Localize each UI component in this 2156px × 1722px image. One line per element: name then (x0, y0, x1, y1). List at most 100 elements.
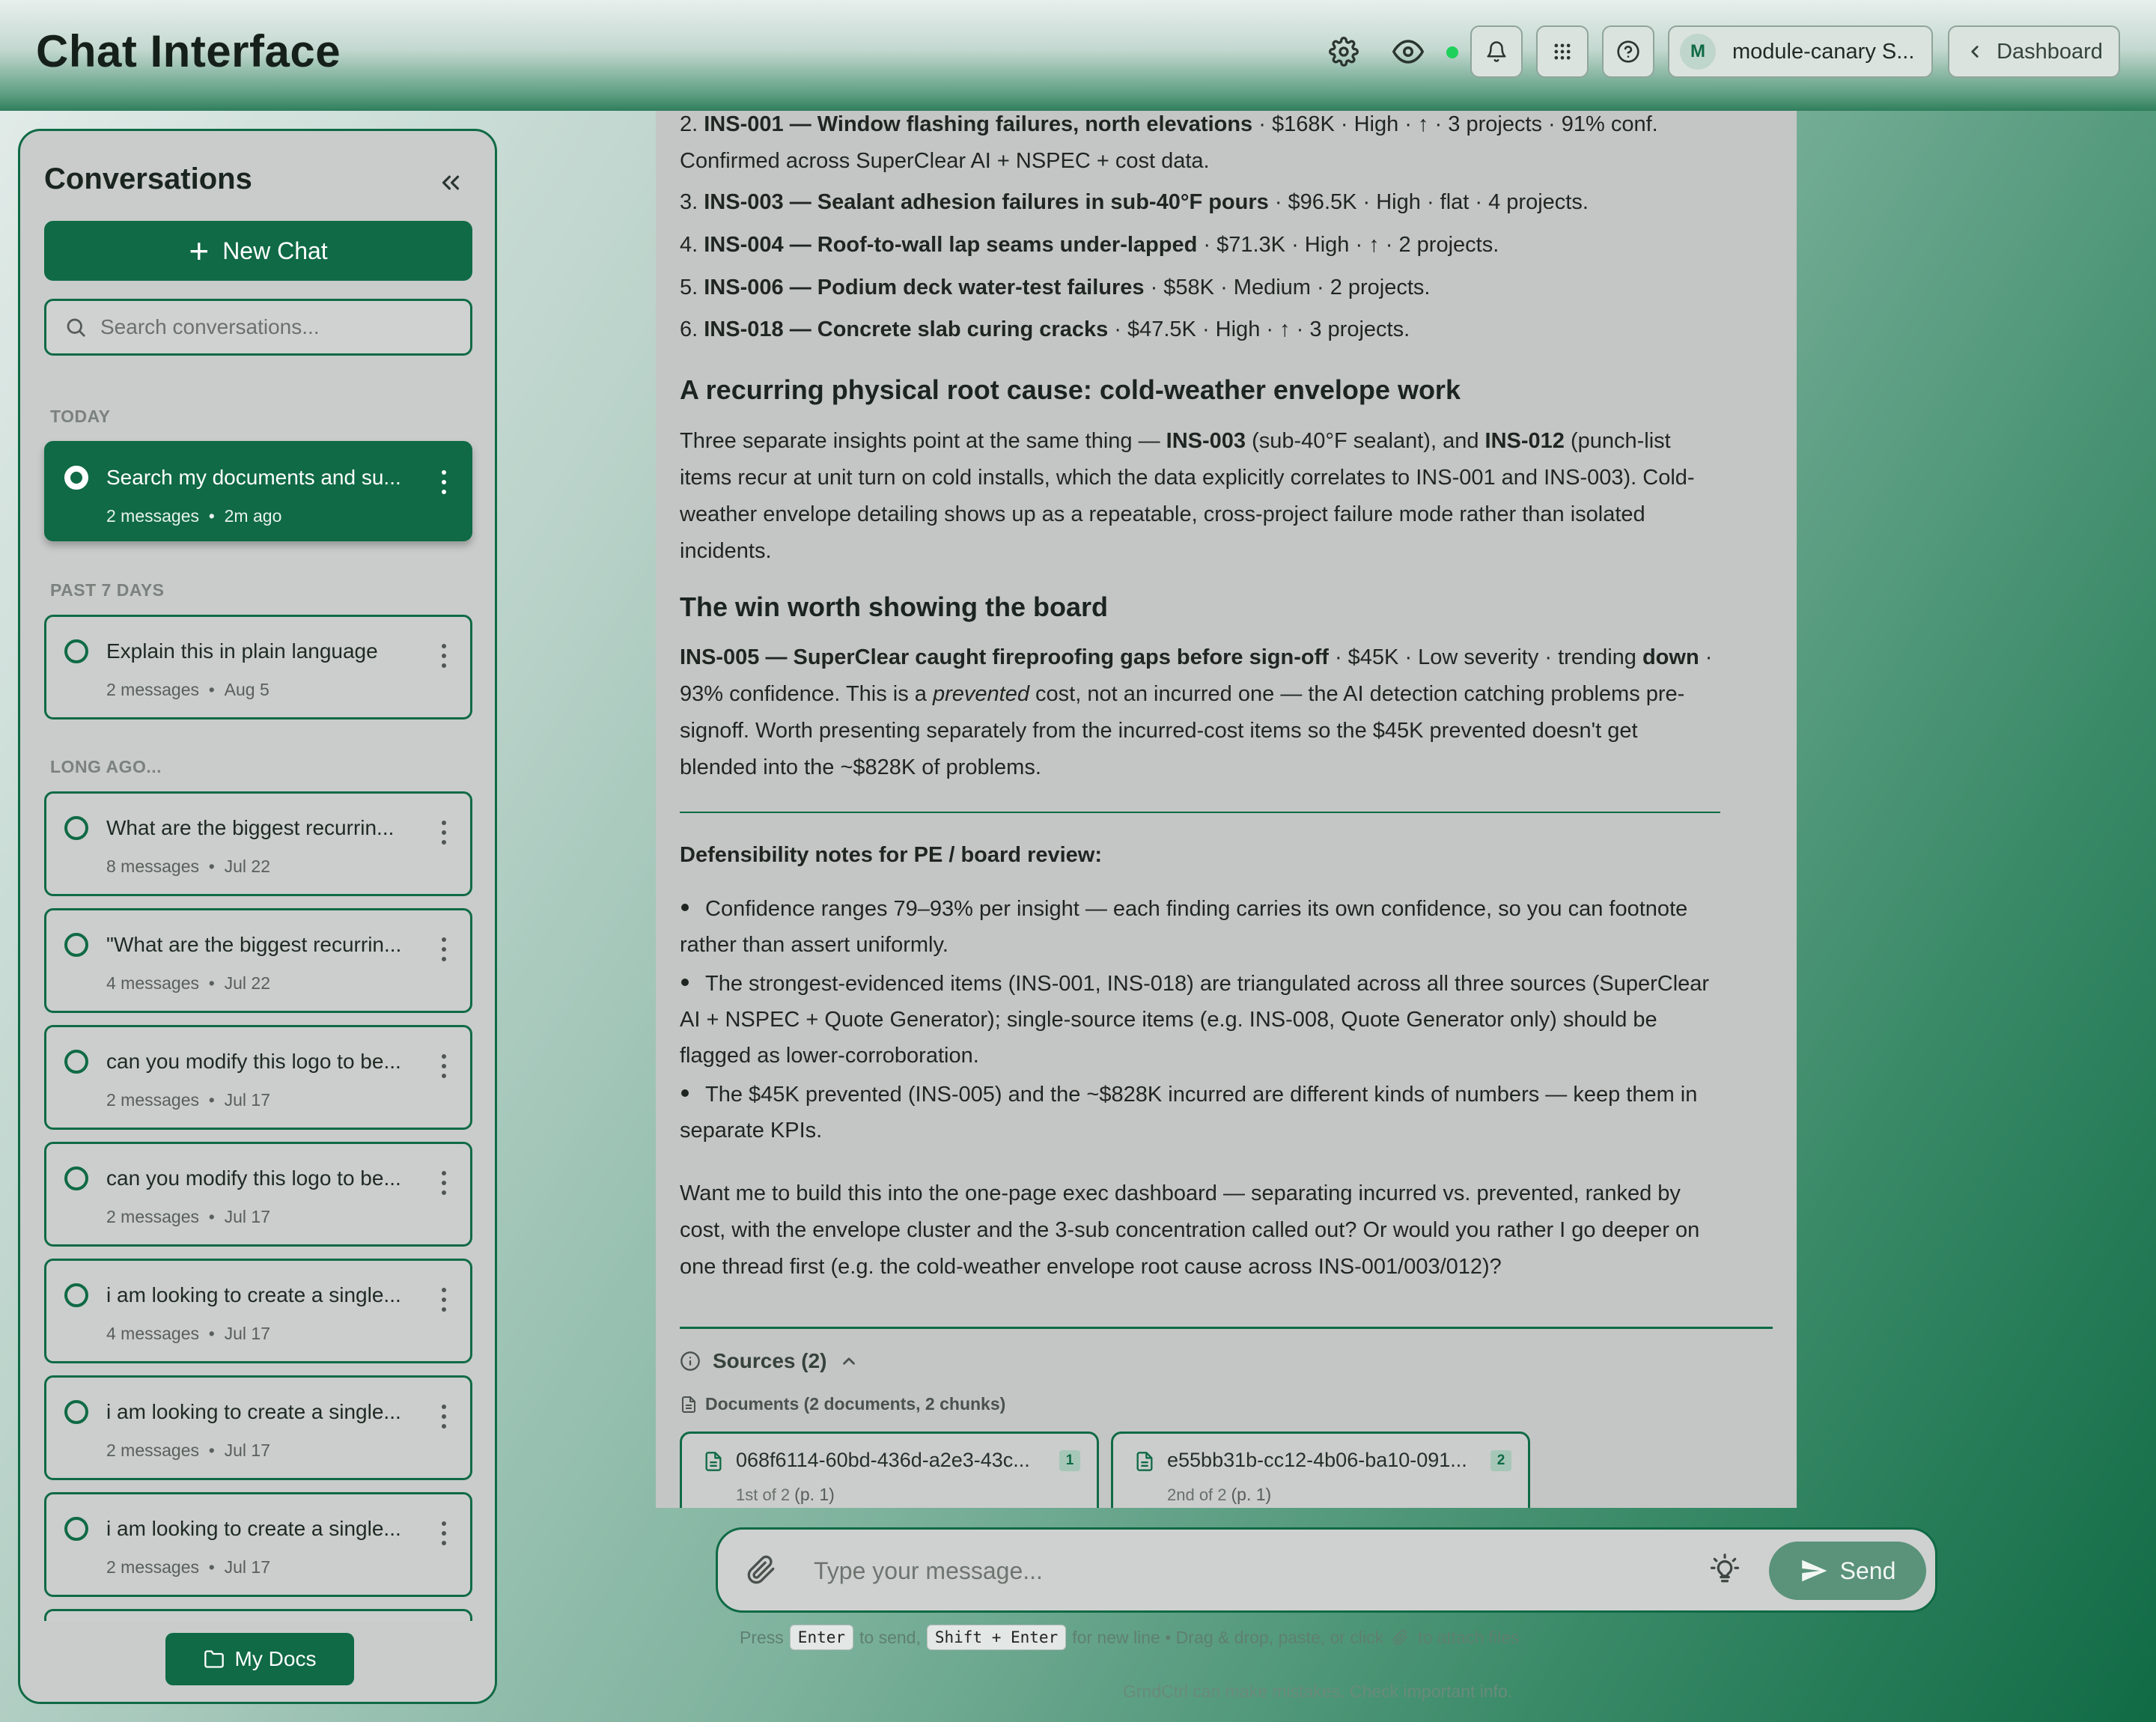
message-input[interactable] (814, 1552, 1637, 1589)
document-name: e55bb31b-cc12-4b06-ba10-091... (1167, 1449, 1467, 1471)
conversation-item[interactable]: i am looking to create a single... 2 mes… (44, 1492, 472, 1597)
dashboard-button[interactable]: Dashboard (1948, 25, 2120, 78)
grid-icon[interactable] (1536, 25, 1589, 78)
list-item: 6. INS-018 — Concrete slab curing cracks… (680, 317, 1410, 341)
citation-badge: 1 (1059, 1450, 1080, 1471)
conversation-item[interactable]: What are the biggest recurrin... 8 messa… (44, 791, 472, 896)
more-options-icon[interactable] (433, 641, 455, 671)
radio-indicator (64, 466, 88, 490)
radio-indicator (64, 1517, 88, 1541)
conversation-title: can you modify this logo to be... (106, 1050, 401, 1073)
conversation-item[interactable]: i am looking to create a single... 2 mes… (44, 1375, 472, 1480)
paperclip-icon (1393, 1629, 1408, 1646)
section-today: TODAY (50, 407, 111, 426)
conversation-item[interactable]: can you modify this logo to be... 2 mess… (44, 1025, 472, 1130)
source-document-card[interactable]: e55bb31b-cc12-4b06-ba10-091... 2 2nd of … (1111, 1432, 1530, 1508)
status-indicator (1446, 46, 1458, 58)
list-item: 3. INS-003 — Sealant adhesion failures i… (680, 190, 1589, 214)
send-label: Send (1839, 1557, 1896, 1584)
conversation-item[interactable]: "What are the biggest recurrin... 4 mess… (44, 908, 472, 1013)
my-docs-button[interactable]: My Docs (165, 1633, 354, 1685)
search-input[interactable] (100, 315, 460, 339)
document-name: 068f6114-60bd-436d-a2e3-43c... (736, 1449, 1030, 1471)
disclaimer: GrndCtrl can make mistakes. Check import… (1123, 1682, 1513, 1701)
conversation-item[interactable]: Explain this in plain language 2 message… (44, 615, 472, 719)
list-item: 2. INS-001 — Window flashing failures, n… (680, 112, 1658, 173)
radio-indicator (64, 1166, 88, 1190)
conversation-title: i am looking to create a single... (106, 1400, 401, 1423)
plus-icon: + (189, 231, 210, 270)
citation-badge: 2 (1490, 1450, 1511, 1471)
gear-icon[interactable] (1318, 25, 1370, 78)
conversation-meta: 2 messages • 2m ago (106, 506, 282, 526)
more-options-icon[interactable] (433, 1051, 455, 1081)
conversation-meta: 2 messages • Aug 5 (106, 680, 270, 699)
lightbulb-icon[interactable] (1709, 1554, 1741, 1589)
document-meta: 2nd of 2 (p. 1) (1167, 1485, 1272, 1504)
list-item: 4. INS-004 — Roof-to-wall lap seams unde… (680, 233, 1499, 257)
more-options-icon[interactable] (433, 1285, 455, 1315)
document-icon (682, 1396, 695, 1413)
radio-indicator (64, 639, 88, 663)
documents-label: Documents (2 documents, 2 chunks) (680, 1394, 1005, 1414)
new-chat-label: New Chat (222, 237, 328, 264)
closing-paragraph: Want me to build this into the one-page … (680, 1181, 1700, 1279)
more-options-icon[interactable] (433, 467, 455, 497)
document-icon (1136, 1452, 1153, 1471)
more-options-icon[interactable] (433, 934, 455, 964)
conversation-meta: 8 messages • Jul 22 (106, 857, 271, 876)
document-icon (705, 1452, 722, 1471)
more-options-icon[interactable] (433, 1168, 455, 1198)
conversation-meta: 2 messages • Jul 17 (106, 1207, 271, 1226)
dashboard-label: Dashboard (1997, 39, 2103, 64)
chat-message-panel: 2. INS-001 — Window flashing failures, n… (656, 111, 1797, 1508)
user-name: module-canary S... (1732, 39, 1915, 64)
help-icon[interactable] (1602, 25, 1654, 78)
more-options-icon[interactable] (433, 1518, 455, 1548)
message-paragraph: Three separate insights point at the sam… (680, 429, 1695, 563)
user-menu-button[interactable]: M module-canary S... (1668, 25, 1933, 78)
eye-icon[interactable] (1382, 25, 1434, 78)
conversation-title: can you modify this logo to be... (106, 1166, 401, 1190)
info-icon (680, 1351, 700, 1371)
more-options-icon[interactable] (433, 1402, 455, 1432)
enter-key: Enter (789, 1625, 854, 1650)
send-icon (1801, 1560, 1827, 1582)
conversation-meta: 2 messages • Jul 17 (106, 1440, 271, 1460)
bullet-item: Confidence ranges 79–93% per insight — e… (680, 897, 1688, 957)
section-heading: A recurring physical root cause: cold-we… (680, 374, 1461, 405)
avatar: M (1680, 34, 1716, 70)
section-long-ago: LONG AGO... (50, 757, 162, 776)
conversation-title: What are the biggest recurrin... (106, 816, 395, 839)
send-button[interactable]: Send (1769, 1542, 1926, 1600)
radio-indicator (64, 1283, 88, 1307)
new-chat-button[interactable]: + New Chat (44, 221, 472, 281)
bell-icon[interactable] (1470, 25, 1523, 78)
sidebar-title: Conversations (44, 162, 252, 195)
paperclip-icon[interactable] (746, 1555, 776, 1589)
conversations-sidebar: Conversations + New Chat TODAY Search my… (18, 129, 497, 1704)
more-options-icon[interactable] (433, 818, 455, 848)
radio-indicator (64, 933, 88, 957)
source-document-card[interactable]: 068f6114-60bd-436d-a2e3-43c... 1 1st of … (680, 1432, 1099, 1508)
collapse-sidebar-icon[interactable] (432, 164, 469, 201)
chevron-up-icon (842, 1357, 855, 1365)
search-icon (67, 318, 85, 337)
conversation-item[interactable]: Search my documents and su... 2 messages… (44, 441, 472, 541)
message-composer: Send (716, 1527, 1937, 1613)
conversation-item[interactable]: can you modify this logo to be... 2 mess… (44, 1142, 472, 1247)
sources-label: Sources (2) (713, 1349, 827, 1372)
sources-toggle[interactable]: Sources (2) (680, 1349, 871, 1373)
radio-indicator (64, 1400, 88, 1424)
sources-divider (680, 1327, 1773, 1329)
chevron-left-icon (1971, 46, 1979, 58)
radio-indicator (64, 1050, 88, 1074)
conversation-item[interactable]: i am looking to create a single... 4 mes… (44, 1259, 472, 1363)
app-title: Chat Interface (36, 26, 341, 76)
conversation-meta: 2 messages • Jul 17 (106, 1557, 271, 1577)
bullet-item: The $45K prevented (INS-005) and the ~$8… (680, 1083, 1698, 1143)
conversation-title: Explain this in plain language (106, 639, 378, 663)
app-header: Chat Interface M module-canary S... Dash… (0, 0, 2156, 111)
folder-icon (204, 1650, 224, 1668)
radio-indicator (64, 816, 88, 840)
